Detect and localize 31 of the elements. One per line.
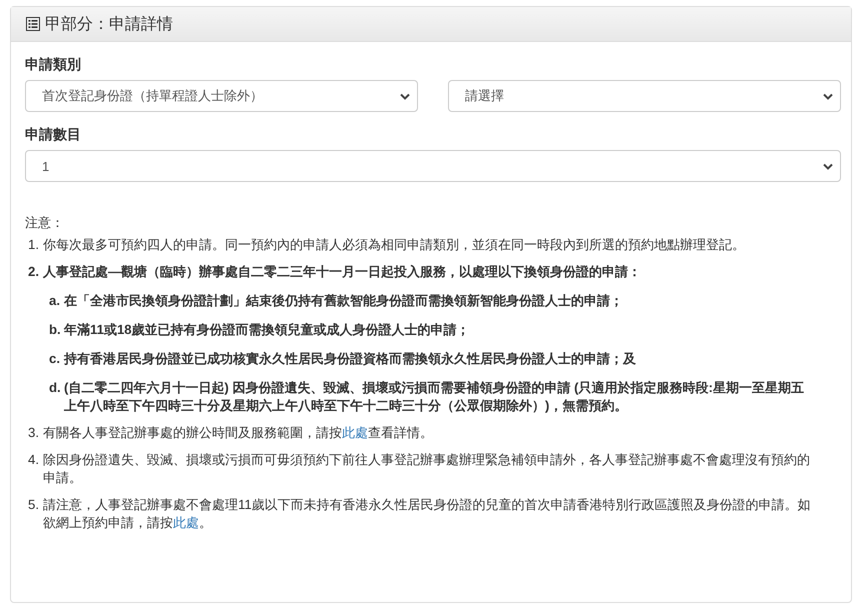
note-text: (自二零二四年六月十一日起) 因身份證遺失、毀滅、損壞或污損而需要補領身份證的申請 (只適用於指定服務時段:星期一至星期五上午八時至下午四時三十分及星期六上午八時至下午十二時三十分（公眾假期除外）)，無需預約。 [64,379,805,415]
note-text: 你每次最多可預約四人的申請。同一預約內的申請人必須為相同申請類別，並須在同一時段內到所選的預約地點辦理登記。 [43,236,746,254]
note-text: 除因身份證遺失、毀滅、損壞或污損而可毋須預約下前往人事登記辦事處辦理緊急補領申請外，各人事登記辦事處不會處理沒有預約的申請。 [43,451,811,487]
list-marker: 1. [28,236,40,254]
notes-heading: 注意： [25,214,65,232]
dropdown[interactable]: 首次登記身份證（持單程證人士除外） [25,80,418,112]
list-marker: 5. [28,496,40,514]
list-marker: 3. [28,424,40,442]
note-text: 請注意，人事登記辦事處不會處理11歲以下而未持有香港永久性居民身份證的兒童的首次申請香港特別行政區護照及身份證的申請。如欲網上預約申請，請按此處。 [43,496,812,532]
note-text: 有關各人事登記辦事處的辦公時間及服務範圍，請按此處查看詳情。 [43,424,434,442]
note-text: 人事登記處—觀塘（臨時）辦事處自二零二三年十一月一日起投入服務，以處理以下換領身份證的申請： [43,263,642,281]
note-text: 持有香港居民身份證並已成功核實永久性居民身份證資格而需換領永久性居民身份證人士的申請；及 [64,350,637,368]
chevron-icon [823,162,833,170]
dropdown[interactable]: 1 [25,150,841,182]
list-marker: b. [49,321,62,339]
list-marker: d. [49,379,62,397]
note-text: 在「全港市民換領身份證計劃」結束後仍持有舊款智能身份證而需換領新智能身份證人士的申請； [64,292,624,310]
field-label: 申請類別 [25,56,82,74]
list-marker: a. [49,292,61,310]
note-text: 年滿11或18歲並已持有身份證而需換領兒童或成人身份證人士的申請； [64,321,471,339]
list-icon [26,17,40,31]
link[interactable]: 此處 [342,425,368,440]
list-marker: c. [49,350,61,368]
list-marker: 2. [28,263,40,281]
link[interactable]: 此處 [173,515,199,530]
list-marker: 4. [28,451,40,469]
dropdown[interactable]: 請選擇 [448,80,841,112]
panel-title: 甲部分：申請詳情 [45,14,173,34]
field-label: 申請數目 [25,126,82,144]
chevron-icon [823,92,833,100]
chevron-icon [400,92,410,100]
